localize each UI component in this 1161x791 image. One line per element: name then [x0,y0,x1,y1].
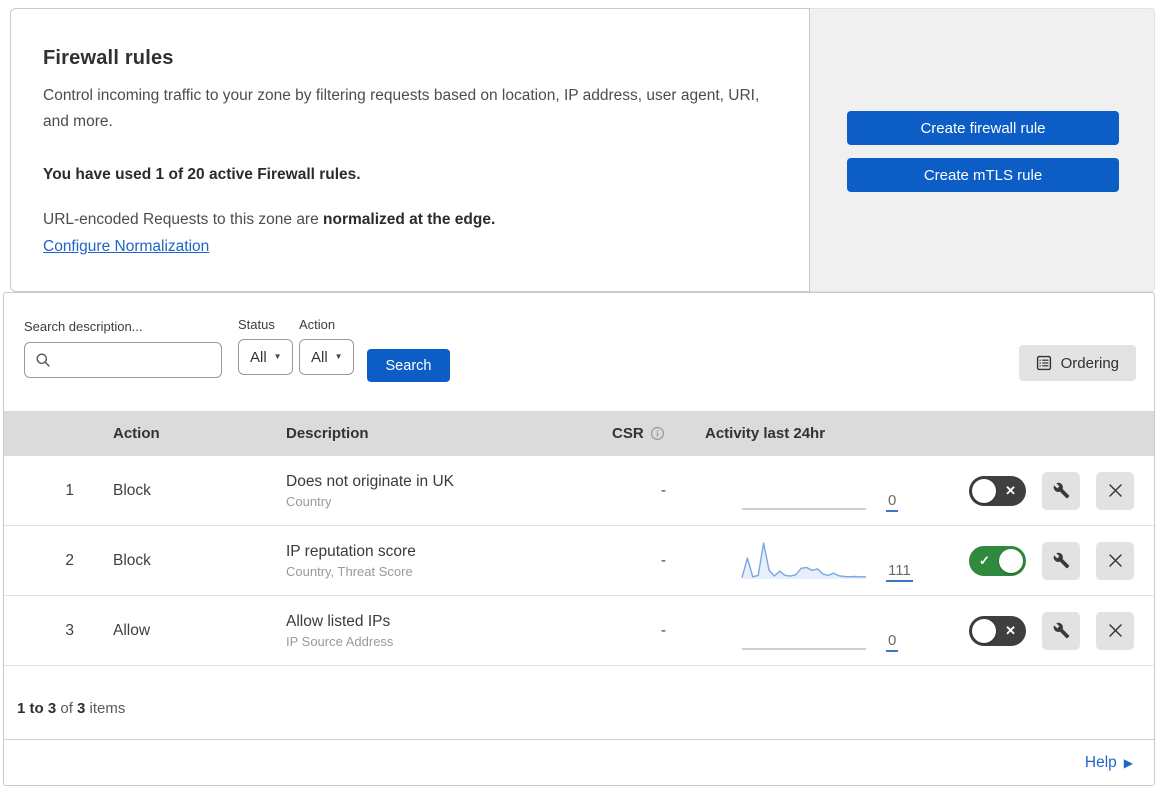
header-activity: Activity last 24hr [705,425,826,442]
delete-button[interactable] [1096,541,1134,580]
row-index: 2 [65,551,74,569]
items-count: 1 to 3 of 3 items [17,700,126,717]
caret-down-icon: ▼ [334,352,343,361]
activity-sparkline [740,538,868,582]
items-range: 1 to 3 [17,700,57,717]
toggle-knob [999,548,1023,573]
activity-sparkline [740,608,868,652]
ordering-button[interactable]: Ordering [1018,345,1136,381]
info-icon[interactable] [650,426,665,441]
header-csr: CSR [612,425,644,442]
header-action: Action [113,425,160,442]
action-dropdown[interactable]: All ▼ [299,339,354,375]
wrench-icon [1053,552,1069,569]
row-description: IP reputation score [286,542,416,560]
status-label: Status [238,317,275,332]
delete-button[interactable] [1096,471,1134,510]
caret-down-icon: ▼ [273,352,282,361]
normalization-text: URL-encoded Requests to this zone are [43,211,324,228]
toggle-knob [972,478,996,503]
toggle-state-icon: ✕ [1005,483,1016,498]
enable-toggle[interactable]: ✕ [969,615,1026,646]
intro-description: Control incoming traffic to your zone by… [43,87,760,130]
enable-toggle[interactable]: ✓ [969,545,1026,576]
row-action: Block [113,551,151,569]
wrench-button[interactable] [1042,541,1080,580]
row-criteria: Country [286,493,332,509]
activity-count-link[interactable]: 0 [886,492,899,512]
table-row: 1 Block Does not originate in UK Country… [4,456,1154,526]
activity-count-link[interactable]: 111 [886,562,913,582]
ordering-icon [1036,355,1051,371]
row-description: Allow listed IPs [286,612,391,630]
action-dropdown-value: All [311,348,328,366]
close-icon [1108,624,1122,637]
toggle-state-icon: ✕ [1005,623,1016,638]
top-section: Firewall rules Control incoming traffic … [10,8,1155,292]
search-description-label: Search description... [24,319,143,334]
close-icon [1108,484,1122,497]
row-index: 3 [65,621,74,639]
toggle-state-icon: ✓ [979,553,990,568]
usage-summary: You have used 1 of 20 active Firewall ru… [43,166,361,183]
create-firewall-rule-button[interactable]: Create firewall rule [847,111,1119,145]
action-filter-label: Action [299,317,336,332]
search-button[interactable]: Search [367,349,450,382]
activity-count-link[interactable]: 0 [886,632,899,652]
ordering-button-label: Ordering [1060,354,1119,372]
search-input[interactable] [24,342,222,378]
help-link[interactable]: Help ▶ [1085,754,1133,772]
wrench-button[interactable] [1042,611,1080,650]
help-row: Help ▶ [4,739,1154,786]
table-header: Action Description CSR Activity last 24h… [4,411,1154,456]
help-arrow-icon: ▶ [1123,756,1133,770]
row-csr: - [660,551,666,569]
wrench-icon [1053,622,1069,639]
row-index: 1 [65,481,74,499]
normalization-note: URL-encoded Requests to this zone are no… [43,211,769,229]
row-criteria: IP Source Address [286,633,394,649]
status-dropdown-value: All [250,348,267,366]
toggle-knob [972,618,996,643]
intro-card: Firewall rules Control incoming traffic … [10,8,810,292]
table-body: 1 Block Does not originate in UK Country… [4,456,1154,666]
wrench-button[interactable] [1042,471,1080,510]
table-row: 3 Allow Allow listed IPs IP Source Addre… [4,596,1154,666]
row-csr: - [660,481,666,499]
wrench-icon [1053,482,1069,499]
create-mtls-rule-button[interactable]: Create mTLS rule [847,158,1119,192]
row-criteria: Country, Threat Score [286,563,413,579]
enable-toggle[interactable]: ✕ [969,475,1026,506]
row-action: Allow [113,621,151,639]
help-label: Help [1084,754,1117,771]
status-dropdown[interactable]: All ▼ [238,339,293,375]
activity-sparkline [740,468,868,512]
rules-panel: Search description... Status All ▼ Actio… [3,292,1155,786]
search-icon [36,353,50,367]
close-icon [1108,554,1122,567]
table-row: 2 Block IP reputation score Country, Thr… [4,526,1154,596]
configure-normalization-link[interactable]: Configure Normalization [43,238,209,256]
row-description: Does not originate in UK [286,472,455,490]
cta-panel: Create firewall rule Create mTLS rule [810,8,1155,292]
page-title: Firewall rules [43,47,174,69]
normalization-bold-text: normalized at the edge. [323,211,496,228]
row-action: Block [113,481,151,499]
row-csr: - [660,621,666,639]
delete-button[interactable] [1096,611,1134,650]
header-description: Description [286,425,369,442]
filter-bar: Search description... Status All ▼ Actio… [4,293,1154,411]
